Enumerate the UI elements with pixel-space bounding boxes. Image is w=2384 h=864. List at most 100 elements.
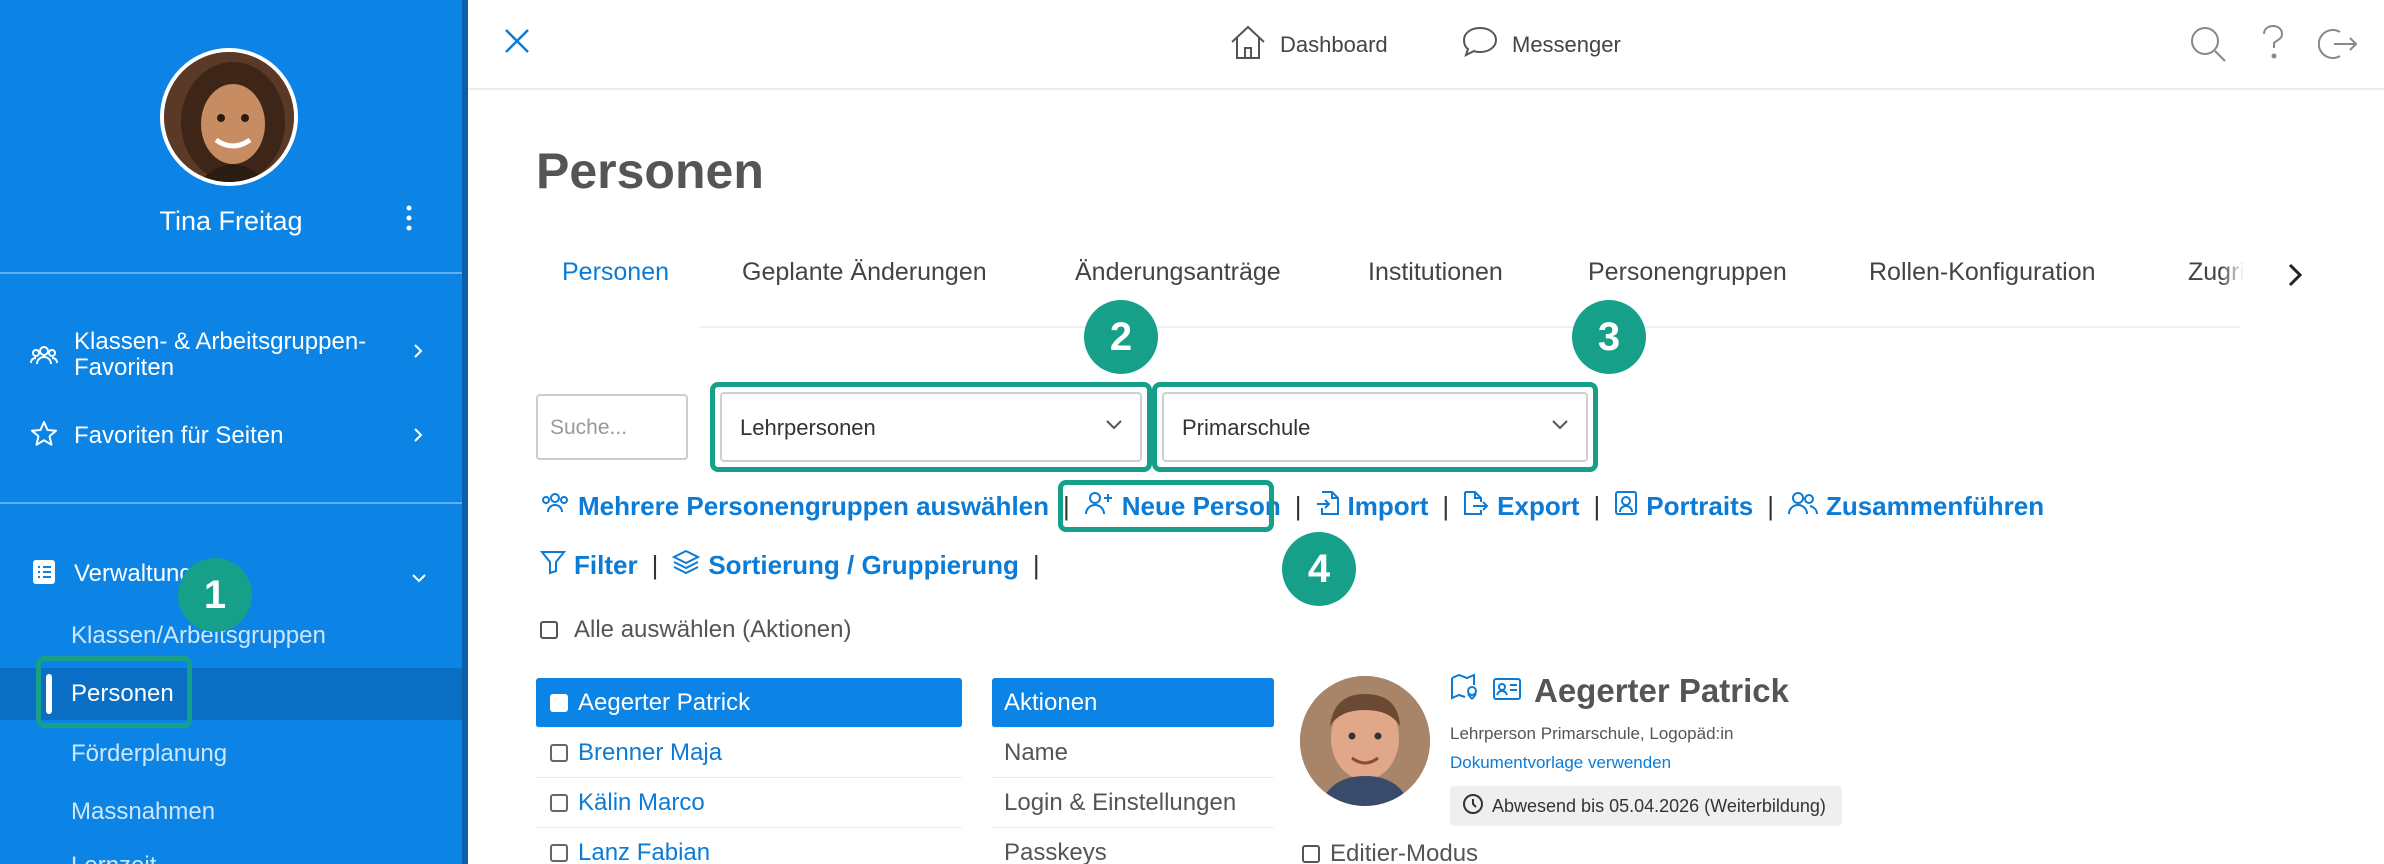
actions-row-secondary: Filter | Sortierung / Gruppierung |	[539, 549, 1054, 582]
list-icon	[30, 558, 60, 588]
menu-item-actions[interactable]: Aktionen	[992, 678, 1274, 728]
annotation-badge-4: 4	[1282, 532, 1356, 606]
tab-persons[interactable]: Personen	[562, 258, 669, 287]
tab-access[interactable]: Zugri	[2188, 258, 2244, 287]
checkbox[interactable]	[1302, 845, 1320, 863]
person-role: Lehrperson Primarschule, Logopäd:in	[1450, 724, 1734, 743]
select-all-label: Alle auswählen (Aktionen)	[574, 616, 852, 643]
chevron-right-icon	[412, 424, 424, 450]
export-icon	[1463, 490, 1489, 523]
merge-label: Zusammenführen	[1825, 491, 2045, 521]
dashboard-link[interactable]: Dashboard	[1228, 22, 1388, 68]
menu-item-login-settings[interactable]: Login & Einstellungen	[992, 778, 1274, 828]
merge-button[interactable]: Zusammenführen	[1787, 490, 2045, 523]
checkbox[interactable]	[550, 693, 568, 712]
tab-person-groups[interactable]: Personengruppen	[1588, 258, 1787, 287]
user-name: Tina Freitag	[159, 206, 303, 236]
person-list: Aegerter Patrick Brenner Maja Kälin Marc…	[536, 678, 962, 864]
absence-badge: Abwesend bis 05.04.2026 (Weiterbildung)	[1450, 786, 1842, 826]
checkbox[interactable]	[550, 843, 568, 862]
separator: |	[1593, 491, 1601, 521]
list-item[interactable]: Brenner Maja	[536, 728, 962, 778]
highlight-frame-new-person	[1058, 480, 1274, 532]
id-card-icon[interactable]	[1492, 672, 1522, 710]
absence-text: Abwesend bis 05.04.2026 (Weiterbildung)	[1492, 795, 1826, 816]
search-icon[interactable]	[2188, 24, 2228, 69]
kebab-menu-icon[interactable]	[404, 204, 414, 237]
select-all-checkbox[interactable]: Alle auswählen (Aktionen)	[540, 616, 852, 644]
chevron-right-icon	[412, 340, 424, 366]
person-name: Lanz Fabian	[578, 838, 711, 864]
checkbox[interactable]	[540, 621, 558, 639]
filter-button[interactable]: Filter	[539, 549, 638, 582]
tab-underline	[700, 326, 2240, 328]
edit-mode-toggle[interactable]: Editier-Modus	[1302, 840, 1478, 864]
checkbox[interactable]	[550, 793, 568, 812]
sidebar: Tina Freitag Klassen- & Arbeitsgruppen- …	[0, 0, 462, 864]
chevron-right-icon[interactable]	[2286, 260, 2304, 297]
sort-group-button[interactable]: Sortierung / Gruppierung	[672, 549, 1019, 582]
checkbox[interactable]	[550, 743, 568, 762]
edit-mode-label: Editier-Modus	[1330, 840, 1479, 864]
messenger-label: Messenger	[1512, 32, 1621, 57]
sidebar-item-label: Favoriten für Seiten	[74, 422, 284, 449]
page-title: Personen	[536, 143, 764, 199]
import-button[interactable]: Import	[1316, 490, 1429, 523]
separator: |	[651, 550, 659, 580]
sort-group-label: Sortierung / Gruppierung	[708, 550, 1019, 580]
sidebar-subitem-support-planning[interactable]: Förderplanung	[71, 740, 227, 768]
sidebar-subitem-measures[interactable]: Massnahmen	[71, 798, 215, 826]
map-pin-icon[interactable]	[1450, 672, 1480, 710]
separator: |	[1767, 491, 1774, 521]
person-detail-header: Aegerter Patrick	[1450, 672, 1789, 710]
sidebar-item-class-favorites[interactable]: Klassen- & Arbeitsgruppen- Favoriten	[0, 326, 462, 386]
sidebar-item-page-favorites[interactable]: Favoriten für Seiten	[0, 418, 462, 454]
highlight-frame-group-select	[710, 382, 1152, 472]
list-item[interactable]: Aegerter Patrick	[536, 678, 962, 728]
merge-users-icon	[1787, 490, 1818, 523]
export-button[interactable]: Export	[1463, 490, 1580, 523]
highlight-frame-school-select	[1152, 382, 1598, 472]
highlight-frame-persons	[36, 656, 192, 728]
list-item[interactable]: Kälin Marco	[536, 778, 962, 828]
menu-item-name[interactable]: Name	[992, 728, 1274, 778]
close-icon[interactable]	[502, 26, 532, 61]
search-input[interactable]: Suche...	[536, 394, 688, 460]
sidebar-divider	[0, 272, 462, 274]
person-photo	[1300, 676, 1430, 806]
annotation-badge-2: 2	[1084, 300, 1158, 374]
annotation-badge-1: 1	[178, 558, 252, 632]
logout-icon[interactable]	[2317, 24, 2358, 69]
list-item[interactable]: Lanz Fabian	[536, 828, 962, 864]
menu-item-passkeys[interactable]: Passkeys	[992, 828, 1274, 864]
tab-role-config[interactable]: Rollen-Konfiguration	[1869, 258, 2096, 287]
tab-institutions[interactable]: Institutionen	[1368, 258, 1503, 287]
avatar[interactable]	[160, 48, 298, 186]
person-detail-name: Aegerter Patrick	[1534, 672, 1789, 709]
filter-label: Filter	[574, 550, 638, 580]
annotation-badge-3: 3	[1572, 300, 1646, 374]
person-name: Brenner Maja	[578, 738, 723, 766]
sidebar-edge	[462, 0, 468, 864]
multi-group-select-button[interactable]: Mehrere Personengruppen auswählen	[540, 490, 1049, 523]
tab-planned-changes[interactable]: Geplante Änderungen	[742, 258, 987, 287]
clock-icon	[1462, 793, 1484, 820]
actions-row-primary: Mehrere Personengruppen auswählen | Neue…	[540, 490, 2044, 523]
messenger-link[interactable]: Messenger	[1460, 22, 1621, 68]
document-template-link[interactable]: Dokumentvorlage verwenden	[1450, 753, 1671, 773]
help-icon[interactable]	[2258, 22, 2288, 67]
sidebar-item-label: Verwaltung	[74, 560, 193, 587]
separator: |	[1294, 491, 1302, 521]
tab-change-requests[interactable]: Änderungsanträge	[1075, 258, 1281, 287]
person-name: Aegerter Patrick	[578, 688, 751, 716]
dashboard-label: Dashboard	[1280, 32, 1388, 57]
import-label: Import	[1347, 491, 1429, 521]
filter-icon	[539, 549, 567, 582]
portraits-button[interactable]: Portraits	[1614, 490, 1753, 523]
sidebar-subitem-learning-time[interactable]: Lernzeit	[71, 852, 156, 864]
person-detail-menu: Aktionen Name Login & Einstellungen Pass…	[992, 678, 1274, 864]
group-icon	[540, 490, 570, 523]
portraits-label: Portraits	[1646, 491, 1754, 521]
separator: |	[1442, 491, 1450, 521]
multi-group-select-label: Mehrere Personengruppen auswählen	[578, 491, 1050, 521]
